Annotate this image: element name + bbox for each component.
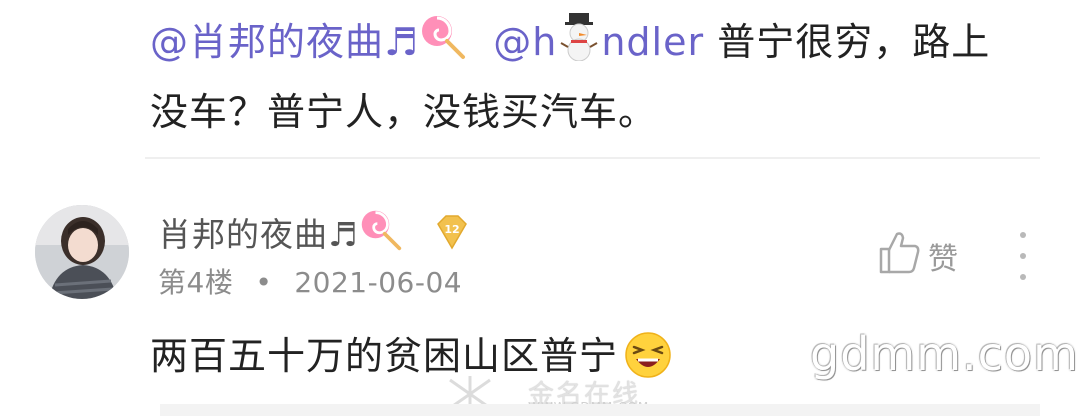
lollipop-icon xyxy=(359,208,403,264)
mention-link[interactable]: @h ndler xyxy=(493,13,704,64)
snowman-icon xyxy=(557,13,601,80)
avatar[interactable] xyxy=(35,205,129,299)
meta-separator: • xyxy=(255,266,273,299)
lollipop-icon xyxy=(419,13,467,80)
comment-line-text: 普宁很穷，路上 xyxy=(717,20,991,64)
like-button[interactable]: 赞 xyxy=(878,230,958,282)
thumbs-up-icon xyxy=(878,229,922,283)
like-label: 赞 xyxy=(928,242,958,277)
level-badge: 12 xyxy=(432,212,472,252)
divider xyxy=(145,157,1040,159)
more-dot xyxy=(1020,274,1026,280)
more-dot xyxy=(1020,232,1026,238)
mention-link[interactable]: @肖邦的夜曲♬ xyxy=(150,20,419,64)
comment-meta: 第4楼 • 2021-06-04 xyxy=(158,262,462,304)
floor-label: 第4楼 xyxy=(158,266,234,299)
watermark-domain: gdmm.com xyxy=(810,327,1079,381)
comment-line-text: 没车？普宁人，没钱买汽车。 xyxy=(150,90,658,134)
previous-comment-text: @肖邦的夜曲♬ @h ndler 普宁很穷，路上 没车？普宁人，没钱买汽车。 xyxy=(150,10,1050,144)
next-item-strip xyxy=(160,404,1040,416)
comment-date: 2021-06-04 xyxy=(294,266,463,299)
level-badge-number: 12 xyxy=(444,223,459,236)
username[interactable]: 肖邦的夜曲♬ xyxy=(158,208,403,264)
more-dot xyxy=(1020,253,1026,259)
more-options-button[interactable] xyxy=(1008,232,1038,280)
